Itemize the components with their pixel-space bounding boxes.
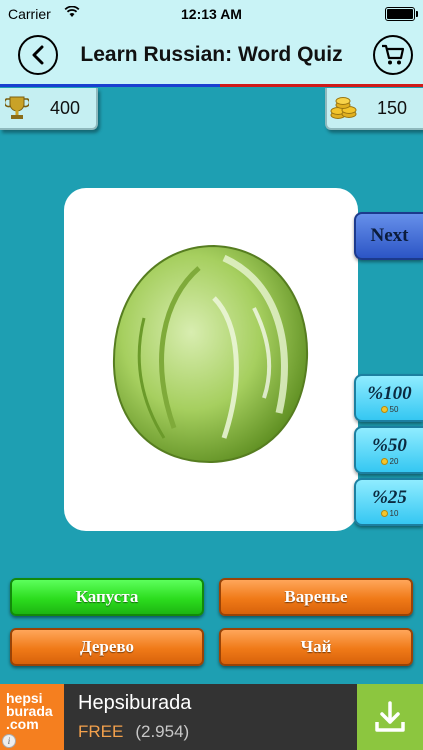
page-title: Learn Russian: Word Quiz [80,43,343,66]
ad-download-button[interactable] [357,684,423,750]
coin-icon [380,405,388,413]
trophy-icon [0,95,34,121]
hint-label: %100 [367,382,412,404]
hint-25-button[interactable]: %25 10 [354,478,423,526]
answer-button-3[interactable]: Дерево [10,628,204,666]
battery-icon [385,7,418,21]
coins-value: 150 [376,97,408,118]
question-image-card [64,188,358,531]
ad-subtitle: FREE (2.954) [78,722,189,742]
hint-label: %50 [372,434,407,456]
hint-cost: 20 [380,457,398,466]
ad-title: Hepsiburada [78,692,192,714]
hint-100-button[interactable]: %100 50 [354,374,423,422]
ad-info-icon[interactable]: i [2,734,16,748]
trophy-score-box: 400 [0,88,98,130]
answer-button-2[interactable]: Варенье [219,578,413,616]
ad-price: FREE [78,722,124,741]
hint-cost: 50 [380,405,398,414]
chevron-left-icon [32,45,44,65]
cabbage-image [112,244,309,464]
ad-banner[interactable]: hepsi burada .com Hepsiburada FREE (2.954… [0,684,423,750]
ad-rating-count: (2.954) [135,722,190,741]
trophy-score-value: 400 [49,97,81,118]
coin-icon [380,457,388,465]
nav-divider [0,84,423,87]
download-icon [375,701,405,732]
back-button[interactable] [18,35,58,75]
cart-button[interactable] [373,35,413,75]
hint-50-button[interactable]: %50 20 [354,426,423,474]
shopping-cart-icon [382,44,405,65]
status-bar: Carrier 12:13 AM [0,0,423,28]
answer-button-4[interactable]: Чай [219,628,413,666]
battery-fill [387,9,413,19]
hint-cost: 10 [380,509,398,518]
coins-icon [327,95,361,121]
status-time: 12:13 AM [181,6,242,22]
hint-label: %25 [372,486,407,508]
answer-button-1[interactable]: Капуста [10,578,204,616]
nav-bar: Learn Russian: Word Quiz [0,28,423,85]
coin-icon [380,509,388,517]
next-button[interactable]: Next [354,212,423,260]
coins-box[interactable]: 150 [325,88,423,130]
